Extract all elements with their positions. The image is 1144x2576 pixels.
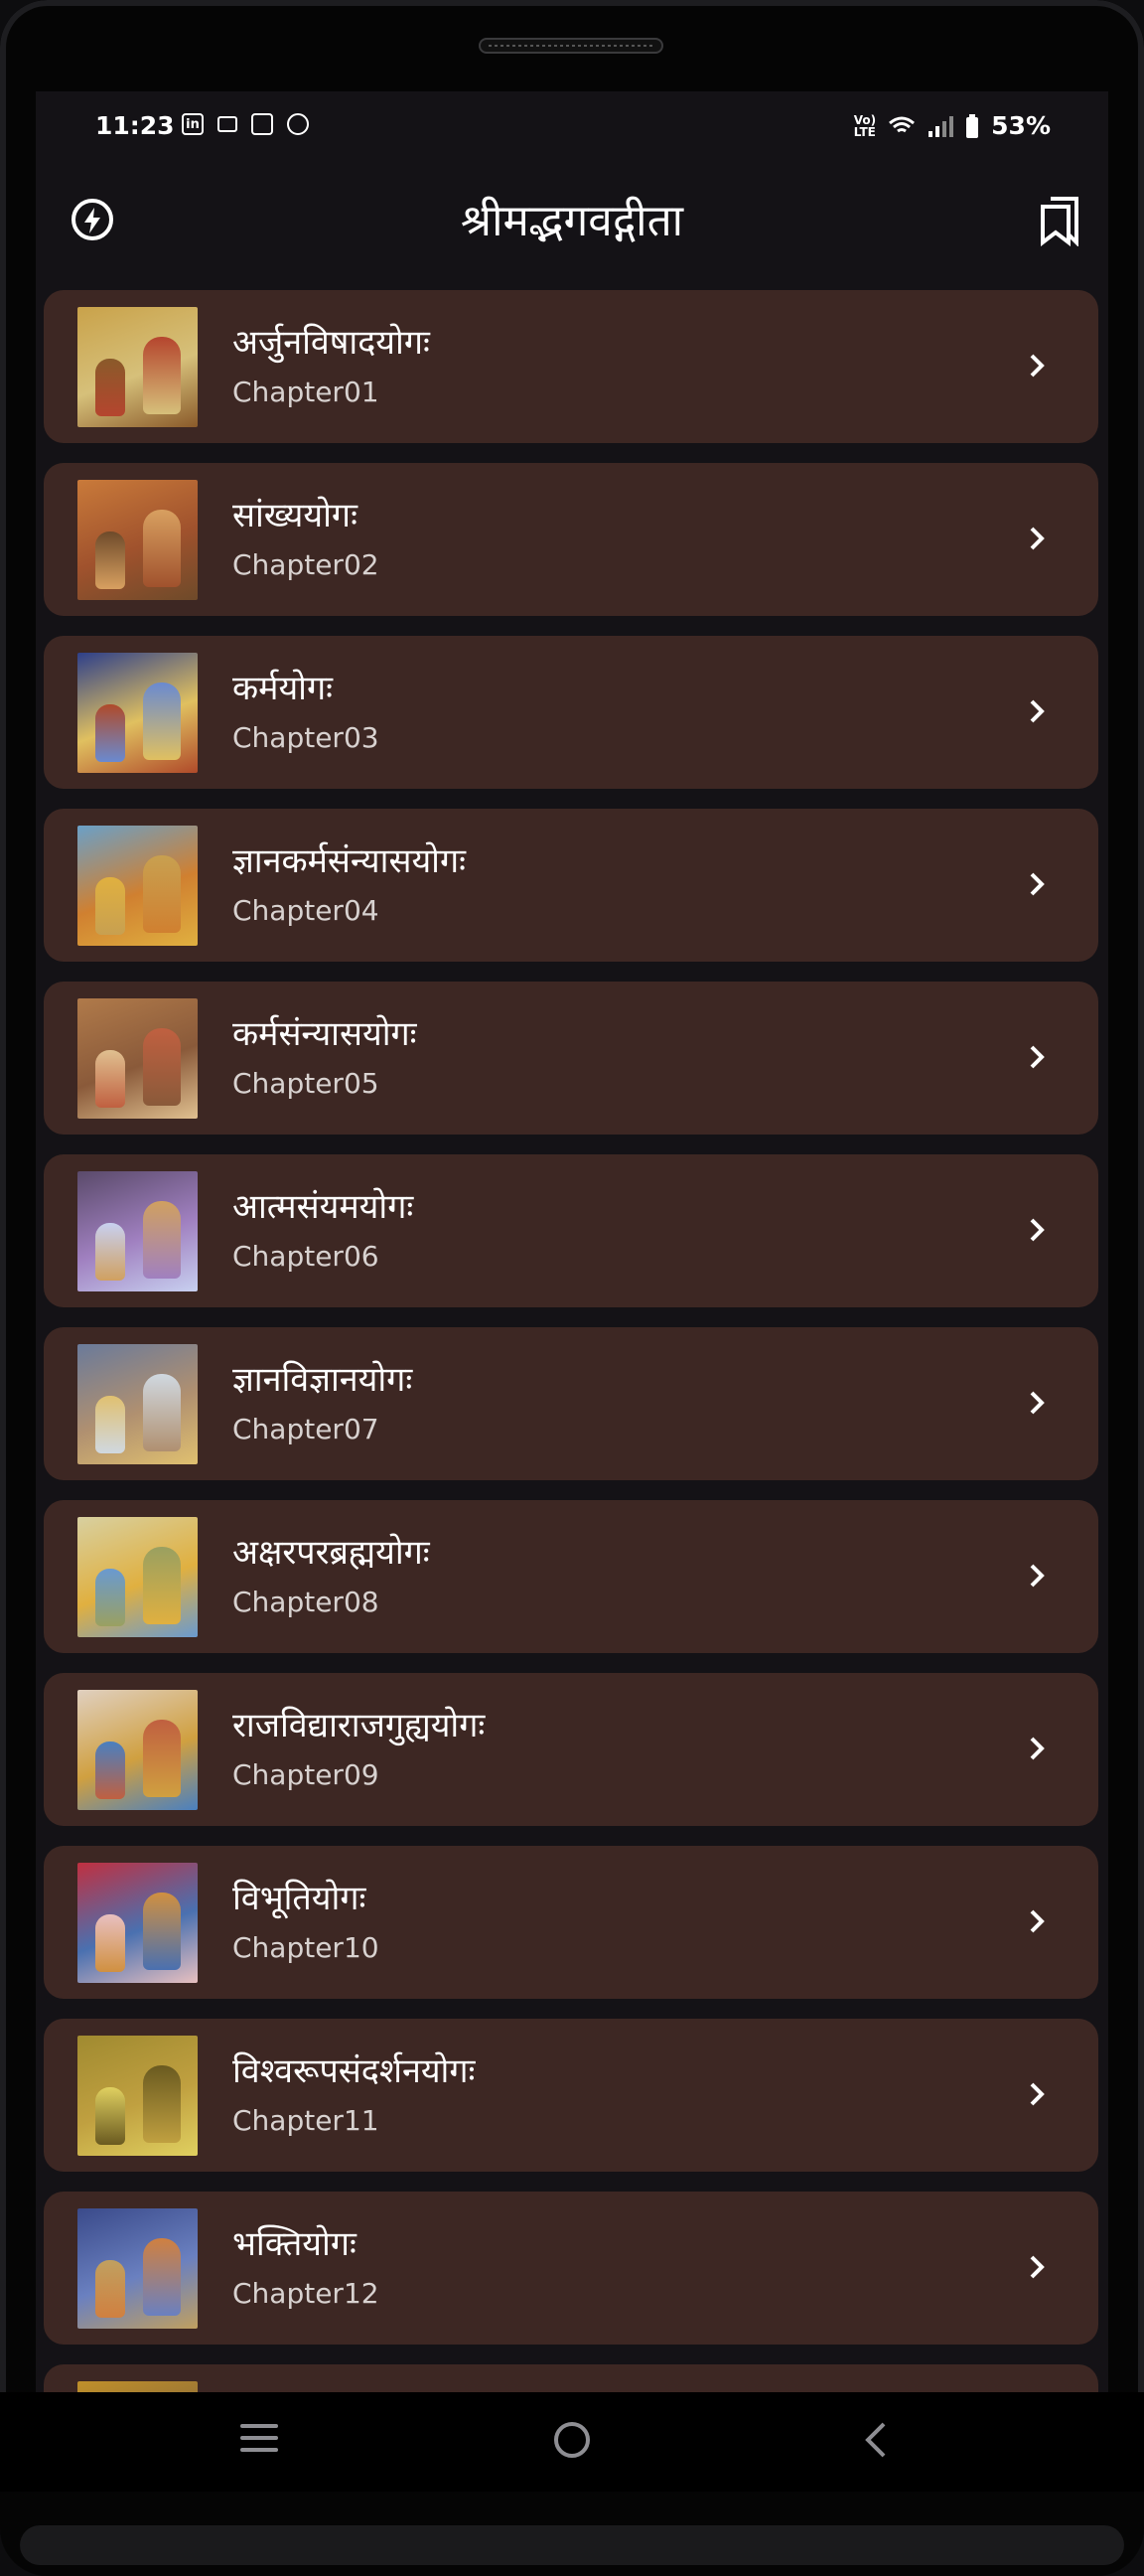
volte-icon: Vo) LTE <box>853 112 877 139</box>
home-icon[interactable] <box>554 2422 590 2458</box>
chapter-thumbnail <box>77 1517 198 1637</box>
chevron-right-icon[interactable] <box>1019 2249 1055 2285</box>
chapter-thumbnail <box>77 1344 198 1464</box>
chapter-card[interactable]: सांख्ययोगः Chapter02 <box>44 463 1098 616</box>
chapter-card[interactable]: भक्तियोगः Chapter12 <box>44 2192 1098 2345</box>
chapter-thumbnail <box>77 1171 198 1291</box>
chapter-label: Chapter02 <box>232 548 379 581</box>
chapter-thumbnail <box>77 2381 198 2392</box>
status-bar: 11:23 in Vo) LTE 53% <box>36 91 1108 157</box>
battery-percent: 53% <box>991 111 1051 140</box>
chapter-card[interactable]: कर्मयोगः Chapter03 <box>44 636 1098 789</box>
chevron-right-icon[interactable] <box>1019 693 1055 729</box>
chapter-card[interactable]: कर्मसंन्यासयोगः Chapter05 <box>44 982 1098 1135</box>
chapter-thumbnail <box>77 307 198 427</box>
system-icons: Vo) LTE 53% <box>854 111 1051 140</box>
chapter-label: Chapter07 <box>232 1413 379 1445</box>
wifi-icon <box>889 116 916 132</box>
chevron-right-icon[interactable] <box>1019 1731 1055 1766</box>
menu-icon[interactable] <box>240 2424 278 2460</box>
chapter-card[interactable]: ज्ञानकर्मसंन्यासयोगः Chapter04 <box>44 809 1098 962</box>
earpiece-speaker <box>479 38 663 54</box>
chapter-name: ज्ञानविज्ञानयोगः <box>232 1360 413 1400</box>
chevron-right-icon[interactable] <box>1019 866 1055 902</box>
video-icon <box>217 116 237 132</box>
chapter-name: अर्जुनविषादयोगः <box>232 323 430 363</box>
chevron-right-icon[interactable] <box>1019 2076 1055 2112</box>
chapter-thumbnail <box>77 1690 198 1810</box>
battery-icon <box>966 113 979 138</box>
chapter-name: अक्षरपरब्रह्मयोगः <box>232 1533 430 1573</box>
chapter-name: भक्तियोगः <box>232 2224 357 2264</box>
app-bar: श्रीमद्भगवद्गीता <box>36 167 1108 276</box>
chapter-label: Chapter03 <box>232 721 379 754</box>
system-nav-bar <box>0 2392 1144 2492</box>
chapter-label: Chapter11 <box>232 2104 379 2137</box>
chevron-right-icon[interactable] <box>1019 1903 1055 1939</box>
chapter-card[interactable]: आत्मसंयमयोगः Chapter06 <box>44 1154 1098 1307</box>
app-screen: 11:23 in Vo) LTE 53% श्रीमद्भगवद्गीता अर… <box>36 91 1108 2392</box>
chapter-name: सांख्ययोगः <box>232 496 358 535</box>
chapter-name: राजविद्याराजगुह्ययोगः <box>232 1706 486 1745</box>
chapter-label: Chapter05 <box>232 1067 379 1100</box>
chapter-label: Chapter01 <box>232 376 379 408</box>
chapter-thumbnail <box>77 2208 198 2329</box>
chapter-card[interactable]: अक्षरपरब्रह्मयोगः Chapter08 <box>44 1500 1098 1653</box>
chevron-right-icon[interactable] <box>1019 1385 1055 1421</box>
chapter-label: Chapter09 <box>232 1758 379 1791</box>
chevron-right-icon[interactable] <box>1019 1212 1055 1248</box>
bookmark-icon[interactable] <box>1039 195 1082 246</box>
chapter-card[interactable]: राजविद्याराजगुह्ययोगः Chapter09 <box>44 1673 1098 1826</box>
chapter-name: विश्वरूपसंदर्शनयोगः <box>232 2051 476 2091</box>
chevron-right-icon[interactable] <box>1019 348 1055 383</box>
chapter-card[interactable]: विभूतियोगः Chapter10 <box>44 1846 1098 1999</box>
chapter-thumbnail <box>77 2036 198 2156</box>
chapter-label: Chapter06 <box>232 1240 379 1273</box>
chapter-card[interactable]: विश्वरूपसंदर्शनयोगः Chapter11 <box>44 2019 1098 2172</box>
status-time: 11:23 <box>95 111 175 140</box>
chevron-right-icon[interactable] <box>1019 1558 1055 1593</box>
notification-icons: in <box>182 113 309 135</box>
chapter-label: Chapter12 <box>232 2277 379 2310</box>
bottom-bezel <box>0 2492 1144 2576</box>
gallery-icon <box>251 113 273 135</box>
linkedin-icon: in <box>182 113 204 135</box>
app-icon <box>287 113 309 135</box>
chapter-label: Chapter04 <box>232 894 379 927</box>
chapter-name: विभूतियोगः <box>232 1879 366 1918</box>
chapter-card[interactable]: ज्ञानविज्ञानयोगः Chapter07 <box>44 1327 1098 1480</box>
chapter-thumbnail <box>77 1863 198 1983</box>
phone-frame: 11:23 in Vo) LTE 53% श्रीमद्भगवद्गीता अर… <box>0 0 1144 2576</box>
chapter-thumbnail <box>77 998 198 1119</box>
back-icon[interactable] <box>864 2420 888 2460</box>
chapter-thumbnail <box>77 653 198 773</box>
chapter-thumbnail <box>77 480 198 600</box>
chapter-name: कर्मसंन्यासयोगः <box>232 1014 417 1054</box>
page-title: श्रीमद्भगवद्गीता <box>460 196 684 246</box>
chapter-card[interactable]: अर्जुनविषादयोगः Chapter01 <box>44 290 1098 443</box>
chevron-right-icon[interactable] <box>1019 521 1055 556</box>
chapter-name: कर्मयोगः <box>232 669 333 708</box>
chapter-label: Chapter08 <box>232 1586 379 1618</box>
chapter-thumbnail <box>77 826 198 946</box>
chapter-name: ज्ञानकर्मसंन्यासयोगः <box>232 841 466 881</box>
chapter-name: आत्मसंयमयोगः <box>232 1187 414 1227</box>
signal-icon <box>929 115 954 137</box>
chapter-label: Chapter10 <box>232 1931 379 1964</box>
chapter-card[interactable]: क्षेत्रक्षेत्रज्ञविभागयोगःChapter13 <box>44 2364 1098 2392</box>
chevron-right-icon[interactable] <box>1019 1039 1055 1075</box>
